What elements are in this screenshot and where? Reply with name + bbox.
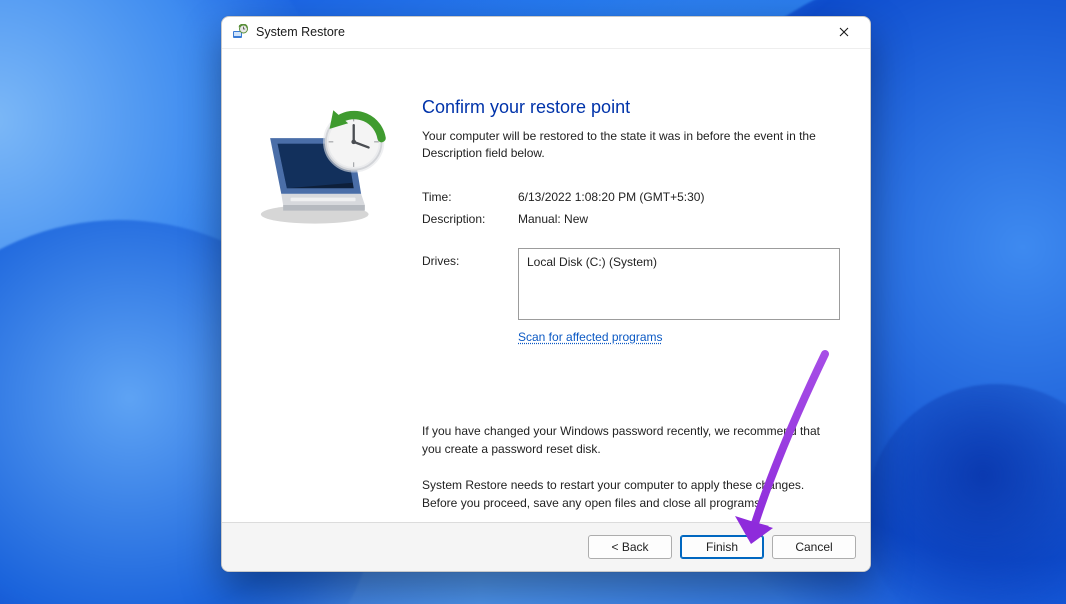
drives-row: Drives: Local Disk (C:) (System) Scan fo… [422, 248, 840, 344]
footer-notes: If you have changed your Windows passwor… [422, 422, 840, 512]
button-bar: < Back Finish Cancel [222, 523, 870, 571]
page-subtext: Your computer will be restored to the st… [422, 128, 840, 163]
cancel-button[interactable]: Cancel [772, 535, 856, 559]
drives-listbox[interactable]: Local Disk (C:) (System) [518, 248, 840, 320]
system-restore-window: System Restore [221, 16, 871, 572]
titlebar: System Restore [222, 17, 870, 49]
dialog-content: Confirm your restore point Your computer… [412, 49, 870, 523]
time-value: 6/13/2022 1:08:20 PM (GMT+5:30) [518, 190, 840, 204]
close-button[interactable] [822, 17, 866, 47]
drives-list-item[interactable]: Local Disk (C:) (System) [527, 255, 831, 269]
wizard-illustration-pane [222, 49, 412, 523]
drives-label: Drives: [422, 248, 518, 344]
time-label: Time: [422, 190, 518, 204]
description-row: Description: Manual: New [422, 212, 840, 226]
time-row: Time: 6/13/2022 1:08:20 PM (GMT+5:30) [422, 190, 840, 204]
system-restore-icon [232, 24, 248, 40]
finish-button[interactable]: Finish [680, 535, 764, 559]
desktop-background: System Restore [0, 0, 1066, 604]
password-note: If you have changed your Windows passwor… [422, 422, 840, 458]
description-label: Description: [422, 212, 518, 226]
close-icon [839, 27, 849, 37]
back-button[interactable]: < Back [588, 535, 672, 559]
window-title: System Restore [256, 25, 822, 39]
page-heading: Confirm your restore point [422, 97, 840, 118]
description-value: Manual: New [518, 212, 840, 226]
dialog-body: Confirm your restore point Your computer… [222, 49, 870, 524]
restart-note: System Restore needs to restart your com… [422, 476, 840, 512]
scan-affected-programs-link[interactable]: Scan for affected programs [518, 330, 663, 344]
restore-illustration-icon [248, 101, 400, 231]
